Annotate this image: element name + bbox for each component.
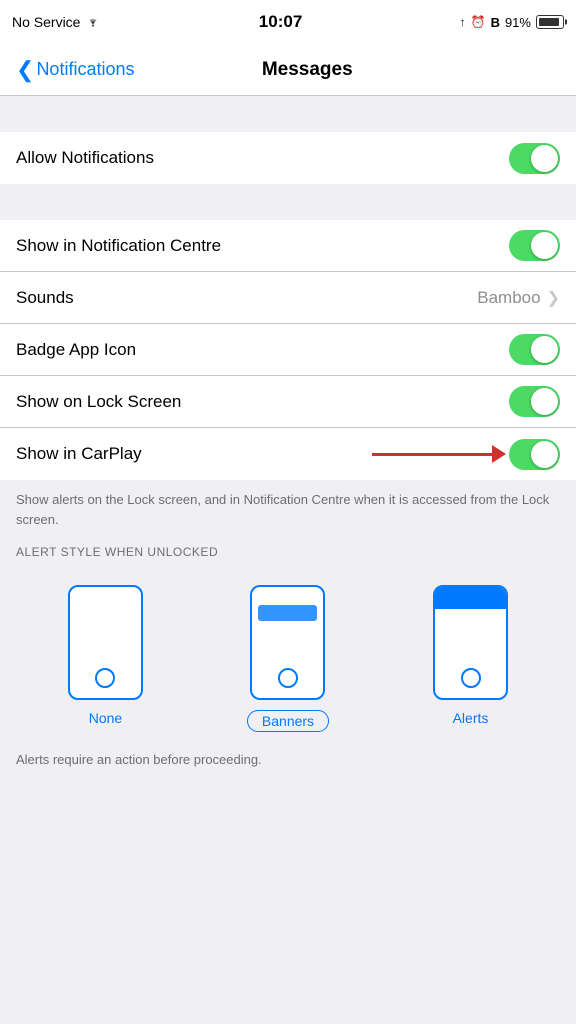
allow-notifications-label: Allow Notifications	[16, 148, 509, 168]
phone-icon-alerts	[433, 585, 508, 700]
alert-style-none-label: None	[89, 710, 122, 726]
phone-home-button	[95, 668, 115, 688]
status-right: ↑ ⏰ B 91%	[460, 15, 564, 30]
show-lock-screen-toggle[interactable]	[509, 386, 560, 417]
row-show-lock-screen: Show on Lock Screen	[0, 376, 576, 428]
back-chevron-icon: ❮	[16, 59, 34, 81]
allow-notifications-toggle[interactable]	[509, 143, 560, 174]
show-notification-centre-label: Show in Notification Centre	[16, 236, 509, 256]
arrow-line	[372, 453, 492, 456]
bluetooth-icon: B	[491, 15, 500, 30]
sounds-label: Sounds	[16, 288, 477, 308]
phone-home-button	[461, 668, 481, 688]
row-allow-notifications: Allow Notifications	[0, 132, 576, 184]
sounds-chevron-icon: ❯	[547, 288, 560, 308]
phone-banner-fill	[435, 587, 506, 609]
alarm-icon: ⏰	[471, 15, 486, 29]
row-badge-app-icon: Badge App Icon	[0, 324, 576, 376]
group-notification-options: Show in Notification Centre Sounds Bambo…	[0, 220, 576, 480]
nav-bar: ❮ Notifications Messages	[0, 44, 576, 96]
status-bar: No Service 10:07 ↑ ⏰ B 91%	[0, 0, 576, 44]
back-button[interactable]: ❮ Notifications	[16, 59, 134, 81]
description-text: Show alerts on the Lock screen, and in N…	[0, 480, 576, 535]
section-gap-2	[0, 184, 576, 220]
show-carplay-toggle[interactable]	[509, 439, 560, 470]
phone-home-button	[278, 668, 298, 688]
status-time: 10:07	[259, 12, 302, 32]
red-arrow-annotation	[372, 445, 506, 463]
sounds-value: Bamboo	[477, 288, 540, 308]
toggle-knob	[531, 145, 558, 172]
arrow-head	[492, 445, 506, 463]
row-sounds[interactable]: Sounds Bamboo ❯	[0, 272, 576, 324]
alert-style-header: ALERT STYLE WHEN UNLOCKED	[0, 535, 576, 565]
alert-style-none[interactable]: None	[68, 585, 143, 726]
status-left: No Service	[12, 14, 101, 30]
footer-text: Alerts require an action before proceedi…	[0, 742, 576, 778]
location-icon: ↑	[460, 15, 466, 29]
alert-style-alerts-label: Alerts	[453, 710, 489, 726]
back-label: Notifications	[36, 59, 134, 80]
toggle-knob-4	[531, 388, 558, 415]
show-lock-screen-label: Show on Lock Screen	[16, 392, 509, 412]
toggle-knob-3	[531, 336, 558, 363]
badge-app-icon-toggle[interactable]	[509, 334, 560, 365]
row-show-carplay: Show in CarPlay	[0, 428, 576, 480]
alert-style-container: None Banners Alerts	[0, 565, 576, 742]
battery-percent: 91%	[505, 15, 531, 30]
wifi-icon	[85, 14, 101, 30]
toggle-knob-2	[531, 232, 558, 259]
toggle-knob-5	[531, 441, 558, 468]
phone-icon-banners	[250, 585, 325, 700]
battery-icon	[536, 15, 564, 29]
badge-app-icon-label: Badge App Icon	[16, 340, 509, 360]
show-notification-centre-toggle[interactable]	[509, 230, 560, 261]
section-gap-1	[0, 96, 576, 132]
page-title: Messages	[134, 59, 480, 81]
carrier-label: No Service	[12, 14, 80, 30]
alert-style-banners[interactable]: Banners	[247, 585, 329, 732]
alert-style-banners-label: Banners	[247, 710, 329, 732]
group-allow-notifications: Allow Notifications	[0, 132, 576, 184]
row-show-notification-centre: Show in Notification Centre	[0, 220, 576, 272]
phone-icon-none	[68, 585, 143, 700]
alert-style-alerts[interactable]: Alerts	[433, 585, 508, 726]
